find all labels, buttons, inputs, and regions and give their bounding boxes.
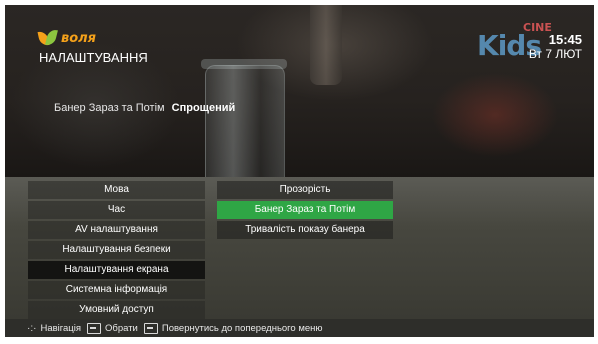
ok-key-icon — [87, 322, 101, 334]
page-title: НАЛАШТУВАННЯ — [39, 50, 148, 65]
help-select: Обрати — [105, 322, 138, 334]
volia-logo: воля — [37, 28, 97, 47]
menu-item-screen-settings[interactable]: Налаштування екрана — [28, 261, 205, 279]
back-key-icon — [143, 322, 158, 334]
bottle-shape — [310, 5, 342, 85]
help-back: Повернутись до попереднього меню — [161, 322, 323, 334]
help-bar: ·:· Навігація Обрати Повернутись до попе… — [5, 319, 594, 337]
submenu-item-banner-duration[interactable]: Тривалість показу банера — [217, 221, 393, 239]
submenu-item-now-next-banner[interactable]: Банер Зараз та Потім — [217, 201, 393, 219]
navigation-arrows-icon: ·:· — [27, 322, 37, 334]
menu-item-system-info[interactable]: Системна інформація — [28, 281, 205, 299]
help-navigate: Навігація — [40, 322, 81, 334]
brand-name: воля — [61, 30, 97, 46]
menu-item-security-settings[interactable]: Налаштування безпеки — [28, 241, 205, 259]
clock: 15:45 Вт 7 ЛЮТ — [529, 32, 582, 61]
menu-item-language[interactable]: Мова — [28, 181, 205, 199]
preview-value: Спрощений — [171, 102, 236, 114]
tv-screen: воля НАЛАШТУВАННЯ Kids CINE 15:45 Вт 7 Л… — [5, 5, 594, 337]
clock-date: Вт 7 ЛЮТ — [528, 47, 582, 61]
submenu-item-transparency[interactable]: Прозорість — [217, 181, 393, 199]
screen-settings-submenu: Прозорість Банер Зараз та Потім Триваліс… — [217, 181, 393, 241]
settings-menu-panel: Мова Час AV налаштування Налаштування бе… — [5, 177, 594, 319]
background-video: воля НАЛАШТУВАННЯ Kids CINE 15:45 Вт 7 Л… — [5, 5, 594, 177]
menu-item-av-settings[interactable]: AV налаштування — [28, 221, 205, 239]
jar-shape — [205, 65, 285, 177]
menu-item-time[interactable]: Час — [28, 201, 205, 219]
menu-item-conditional-access[interactable]: Умовний доступ — [28, 301, 205, 319]
settings-menu: Мова Час AV налаштування Налаштування бе… — [28, 181, 205, 321]
setting-preview: Банер Зараз та Потім Спрощений — [54, 102, 235, 114]
volia-leaf-icon — [37, 28, 58, 47]
clock-time: 15:45 — [548, 32, 582, 47]
preview-label: Банер Зараз та Потім — [54, 102, 165, 114]
